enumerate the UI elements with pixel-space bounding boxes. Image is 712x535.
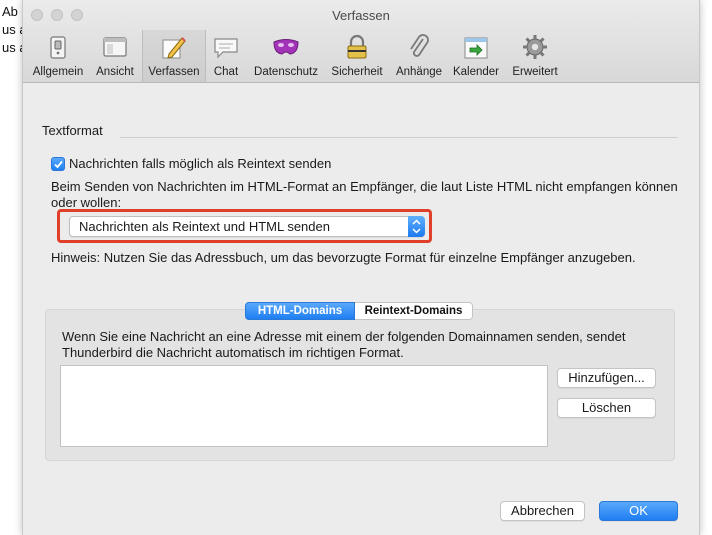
section-divider [120, 137, 678, 138]
window-title: Verfassen [332, 8, 390, 23]
preferences-window: Verfassen Allgemein Ansicht Verfassen Ch… [22, 0, 700, 535]
tab-ansicht[interactable]: Ansicht [90, 30, 140, 82]
chat-bubble-icon [214, 38, 238, 59]
titlebar: Verfassen Allgemein Ansicht Verfassen Ch… [23, 0, 699, 83]
preferences-content: Textformat Nachrichten falls möglich als… [23, 83, 699, 535]
tab-verfassen[interactable]: Verfassen [142, 30, 206, 82]
tab-plaintext-domains[interactable]: Reintext-Domains [355, 302, 473, 320]
tab-kalender[interactable]: Kalender [450, 30, 502, 82]
calendar-icon [464, 37, 488, 59]
plaintext-checkbox[interactable] [51, 157, 65, 171]
plaintext-checkbox-label[interactable]: Nachrichten falls möglich als Reintext s… [69, 156, 331, 171]
background-text-line: Ab [2, 4, 18, 19]
tab-label: Datenschutz [254, 66, 318, 78]
tab-label: Kalender [452, 66, 500, 78]
delete-domain-button[interactable]: Löschen [557, 398, 656, 418]
tab-label: Anhänge [395, 66, 443, 78]
select-arrows-icon [408, 216, 425, 237]
checkmark-icon [54, 160, 63, 169]
gear-icon [523, 35, 547, 59]
tab-chat[interactable]: Chat [206, 30, 246, 82]
section-title-textformat: Textformat [42, 123, 103, 138]
privacy-mask-icon [273, 39, 299, 55]
tab-label: Ansicht [96, 66, 134, 78]
tab-anhaenge[interactable]: Anhänge [391, 30, 447, 82]
security-lock-icon [347, 34, 367, 59]
ok-button[interactable]: OK [599, 501, 678, 521]
tab-sicherheit[interactable]: Sicherheit [327, 30, 387, 82]
addressbook-hint: Hinweis: Nutzen Sie das Adressbuch, um d… [51, 250, 636, 265]
tab-label: Chat [213, 66, 239, 78]
send-format-value: Nachrichten als Reintext und HTML senden [79, 219, 330, 234]
window-view-icon [103, 37, 127, 57]
cancel-button[interactable]: Abbrechen [500, 501, 585, 521]
tab-label: Erweitert [512, 66, 558, 78]
tab-html-domains[interactable]: HTML-Domains [245, 302, 355, 320]
preferences-toolbar: Allgemein Ansicht Verfassen Chat Datensc… [23, 30, 699, 82]
paperclip-icon [410, 34, 429, 57]
compose-pencil-icon [162, 37, 186, 59]
tab-label: Allgemein [32, 66, 84, 78]
general-switch-icon [50, 36, 66, 59]
domains-description: Wenn Sie eine Nachricht an eine Adresse … [62, 329, 626, 360]
domain-list[interactable] [60, 365, 548, 447]
tab-label: Sicherheit [331, 66, 383, 78]
tab-allgemein[interactable]: Allgemein [28, 30, 88, 82]
tab-erweitert[interactable]: Erweitert [507, 30, 563, 82]
add-domain-button[interactable]: Hinzufügen... [557, 368, 656, 388]
html-recipients-description: Beim Senden von Nachrichten im HTML-Form… [51, 179, 678, 210]
tab-label: Verfassen [148, 66, 200, 78]
tab-datenschutz[interactable]: Datenschutz [249, 30, 323, 82]
send-format-select[interactable]: Nachrichten als Reintext und HTML senden [69, 216, 425, 237]
